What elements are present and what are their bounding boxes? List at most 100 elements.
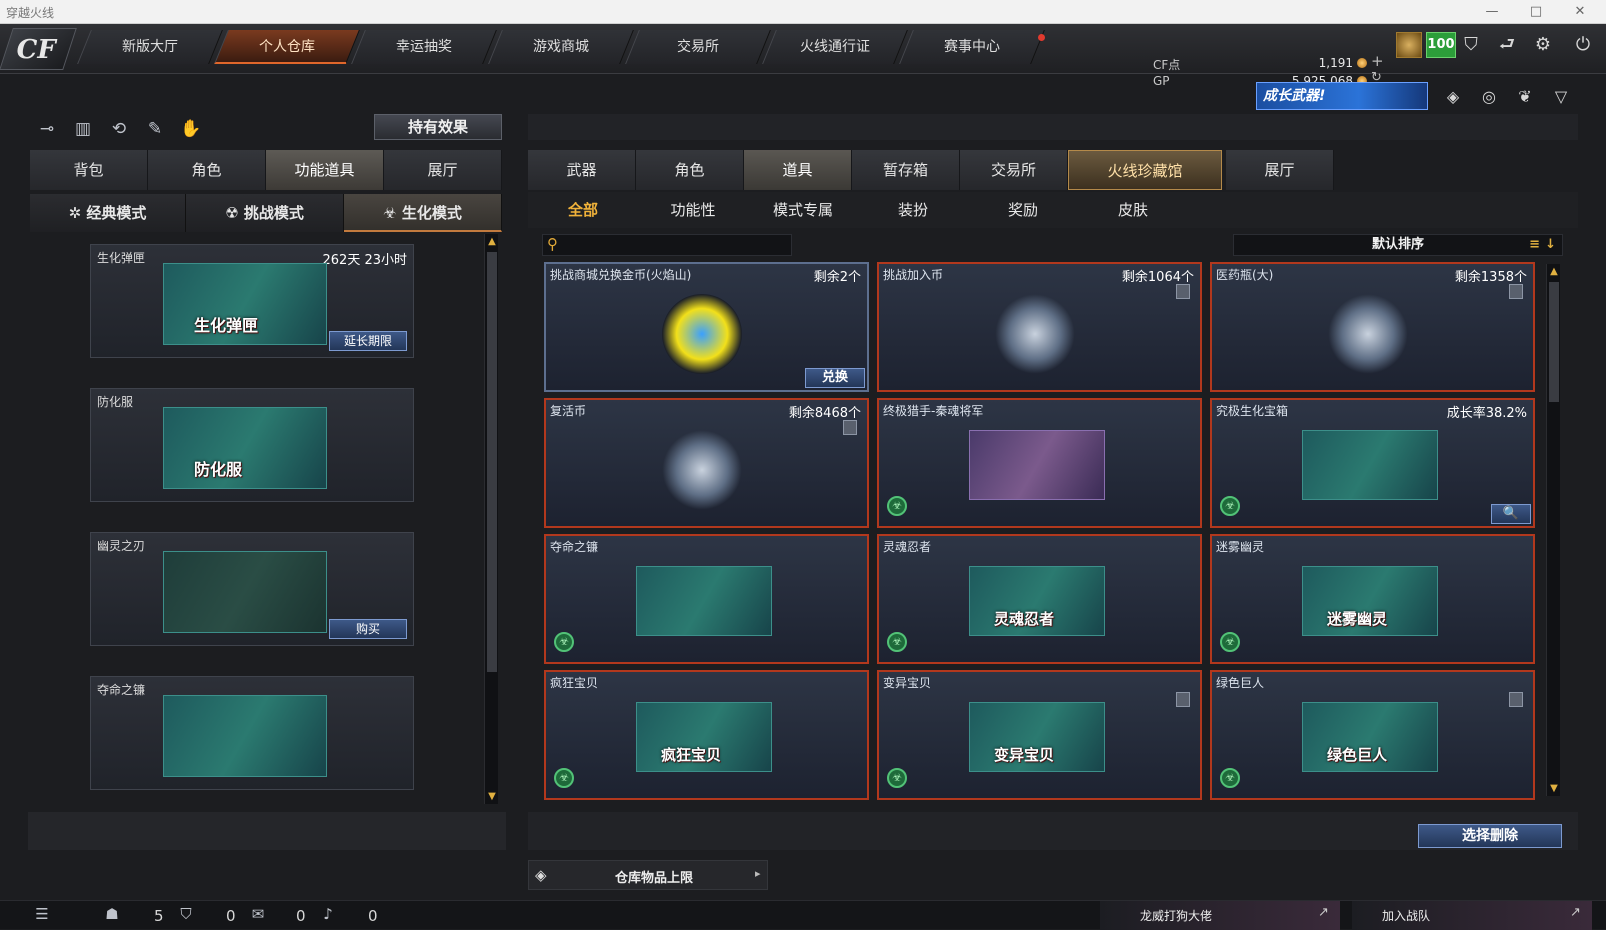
growth-weapon-banner[interactable]: 成长武器! (1256, 82, 1428, 110)
scroll-thumb[interactable] (1549, 282, 1559, 402)
item-grid: 挑战商城兑换金币(火焰山) 剩余2个 兑换 挑战加入币 剩余1064个 医药瓶(大) 剩余1… (544, 262, 1538, 802)
tab-backpack[interactable]: 背包 (30, 150, 148, 190)
glove-icon[interactable]: ✋ (178, 116, 204, 142)
menu-list-icon[interactable]: ☰ (32, 905, 52, 925)
item-count: 剩余1064个 (1121, 270, 1194, 285)
scroll-down-icon[interactable]: ▼ (1547, 783, 1561, 794)
tab-collection[interactable]: 火线珍藏馆 (1068, 150, 1222, 190)
chat-icon[interactable]: ✉ (248, 905, 268, 925)
join-team-banner[interactable]: 加入战队 ↗ (1352, 901, 1592, 930)
window-title: 穿越火线 (6, 6, 55, 20)
classic-icon: ✲ (68, 204, 82, 222)
trash-icon[interactable] (1176, 284, 1190, 299)
item-card-green-giant[interactable]: 绿色巨人 绿色巨人 ☣ (1210, 670, 1535, 800)
right-scrollbar[interactable]: ▲ ▼ (1546, 264, 1560, 796)
item-card-medkit-large[interactable]: 医药瓶(大) 剩余1358个 (1210, 262, 1535, 392)
expand-arrow-icon[interactable]: ▸ (755, 867, 761, 880)
cf-logo[interactable]: CF (0, 28, 77, 70)
left-scrollbar[interactable]: ▲ ▼ (484, 234, 498, 804)
list-icon[interactable]: ≡ (1529, 235, 1540, 255)
extend-duration-button[interactable]: 延长期限 (329, 331, 407, 351)
stats-icon[interactable]: ▥ (70, 116, 96, 142)
tab-showroom[interactable]: 展厅 (384, 150, 502, 190)
trash-icon[interactable] (1509, 284, 1523, 299)
nav-tab-shop[interactable]: 游戏商城 (488, 30, 634, 64)
tab-character[interactable]: 角色 (148, 150, 266, 190)
item-card-biochem-box[interactable]: 究极生化宝箱 成长率38.2% ☣ 🔍 (1210, 398, 1535, 528)
item-card-revive-coin[interactable]: 复活币 剩余8468个 (544, 398, 869, 528)
clan-banner[interactable]: 龙威打狗大佬 ↗ (1100, 901, 1340, 930)
nav-tab-battle-pass[interactable]: 火线通行证 (762, 30, 908, 64)
tab-function-items[interactable]: 功能道具 (266, 150, 384, 190)
scroll-up-icon[interactable]: ▲ (1547, 266, 1561, 277)
left-item-card[interactable]: 夺命之镰 (90, 676, 414, 790)
power-icon[interactable]: ⏻ (1568, 30, 1598, 60)
tab-items[interactable]: 道具 (744, 150, 852, 190)
left-item-card[interactable]: 幽灵之刃 购买 (90, 532, 414, 646)
inspect-button[interactable]: 🔍 (1491, 504, 1531, 524)
subtab-functional[interactable]: 功能性 (638, 192, 748, 228)
external-link-icon[interactable]: ↗ (1318, 905, 1329, 920)
friends-icon[interactable]: ☗ (102, 905, 122, 925)
item-card-mutant-baby[interactable]: 变异宝贝 变异宝贝 ☣ (877, 670, 1202, 800)
sort-down-icon[interactable]: ↓ (1545, 235, 1556, 255)
nav-tab-lobby[interactable]: 新版大厅 (77, 30, 223, 64)
item-card-crazy-baby[interactable]: 疯狂宝贝 疯狂宝贝 ☣ (544, 670, 869, 800)
sort-dropdown[interactable]: 默认排序 ≡ ↓ (1233, 234, 1563, 256)
history-icon[interactable]: ⟲ (106, 116, 132, 142)
mode-classic[interactable]: ✲ 经典模式 (30, 194, 186, 232)
subtab-skins[interactable]: 皮肤 (1078, 192, 1188, 228)
item-card-gold-exchange[interactable]: 挑战商城兑换金币(火焰山) 剩余2个 兑换 (544, 262, 869, 392)
exchange-button[interactable]: 兑换 (805, 368, 865, 388)
trash-icon[interactable] (1176, 692, 1190, 707)
item-count: 剩余8468个 (788, 406, 861, 421)
item-card-mist-ghost[interactable]: 迷雾幽灵 迷雾幽灵 ☣ (1210, 534, 1535, 664)
item-card-soul-ninja[interactable]: 灵魂忍者 灵魂忍者 ☣ (877, 534, 1202, 664)
external-link-icon[interactable]: ↗ (1570, 905, 1581, 920)
item-card-challenge-coin[interactable]: 挑战加入币 剩余1064个 (877, 262, 1202, 392)
select-delete-button[interactable]: 选择删除 (1418, 824, 1562, 848)
scroll-down-icon[interactable]: ▼ (485, 791, 499, 802)
recycle-icon[interactable]: ✎ (142, 116, 168, 142)
left-item-card[interactable]: 生化弹匣 262天 23小时 生化弹匣 延长期限 (90, 244, 414, 358)
left-item-card[interactable]: 防化服 防化服 (90, 388, 414, 502)
subtab-rewards[interactable]: 奖励 (968, 192, 1078, 228)
return-icon[interactable]: ⮐ (1492, 30, 1522, 60)
nav-tab-lottery[interactable]: 幸运抽奖 (351, 30, 497, 64)
key-icon[interactable]: ⊸ (34, 116, 60, 142)
item-name: 绿色巨人 (1216, 676, 1265, 690)
speaker-icon[interactable]: ♪ (318, 905, 338, 925)
tab-showroom[interactable]: 展厅 (1226, 150, 1334, 190)
subtab-mode-exclusive[interactable]: 模式专属 (748, 192, 858, 228)
subtab-all[interactable]: 全部 (528, 192, 638, 228)
maximize-button[interactable]: □ (1514, 0, 1558, 24)
mode-biochem[interactable]: ☣ 生化模式 (344, 194, 502, 232)
storage-limit-bar[interactable]: ◈ 仓库物品上限 ▸ (528, 860, 768, 890)
add-cf-icon[interactable]: + (1371, 52, 1384, 70)
tab-weapons[interactable]: 武器 (528, 150, 636, 190)
clan-shield-icon[interactable]: ⛉ (176, 905, 196, 925)
rank-icon[interactable] (1396, 32, 1422, 58)
nav-tab-warehouse[interactable]: 个人仓库 (214, 30, 360, 64)
item-card-death-scythe[interactable]: 夺命之镰 ☣ (544, 534, 869, 664)
minimize-button[interactable]: — (1470, 0, 1514, 24)
nav-tab-events[interactable]: 赛事中心 (899, 30, 1045, 64)
scroll-up-icon[interactable]: ▲ (485, 236, 499, 247)
tab-exchange[interactable]: 交易所 (960, 150, 1068, 190)
tab-roles[interactable]: 角色 (636, 150, 744, 190)
mode-challenge[interactable]: ☢ 挑战模式 (186, 194, 344, 232)
tab-temp-box[interactable]: 暂存箱 (852, 150, 960, 190)
shield-icon[interactable]: ⛉ (1456, 30, 1486, 60)
item-image: 生化弹匣 (163, 263, 327, 345)
trash-icon[interactable] (843, 420, 857, 435)
subtab-dressup[interactable]: 装扮 (858, 192, 968, 228)
item-card-ultimate-hunter[interactable]: 终极猎手-秦魂将军 ☣ (877, 398, 1202, 528)
close-button[interactable]: ✕ (1558, 0, 1602, 24)
gear-icon[interactable]: ⚙ (1528, 30, 1558, 60)
trash-icon[interactable] (1509, 692, 1523, 707)
hold-effect-button[interactable]: 持有效果 (374, 114, 502, 140)
search-input[interactable]: ⚲ (542, 234, 792, 256)
nav-tab-exchange[interactable]: 交易所 (625, 30, 771, 64)
buy-button[interactable]: 购买 (329, 619, 407, 639)
scroll-thumb[interactable] (487, 252, 497, 672)
